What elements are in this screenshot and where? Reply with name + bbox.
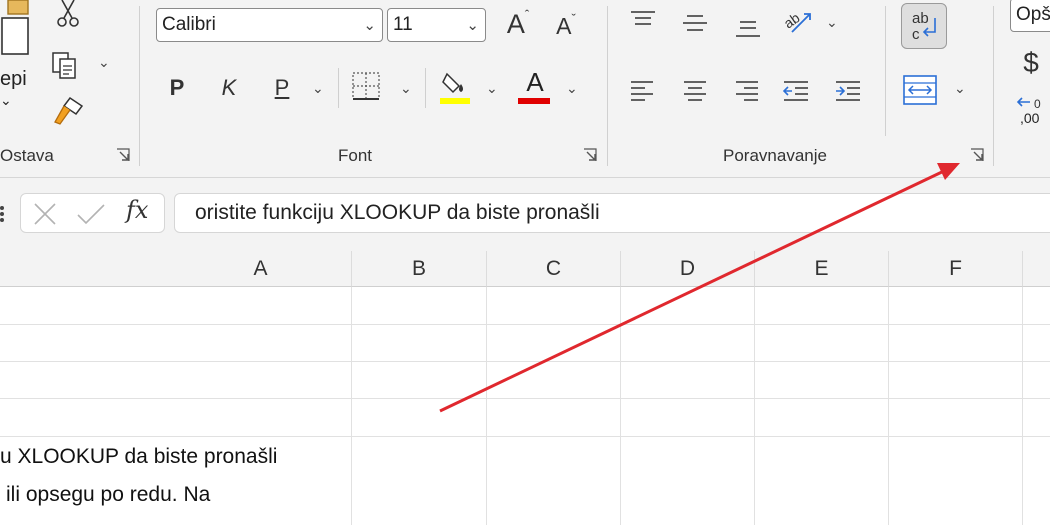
annotation-arrow xyxy=(439,163,960,413)
